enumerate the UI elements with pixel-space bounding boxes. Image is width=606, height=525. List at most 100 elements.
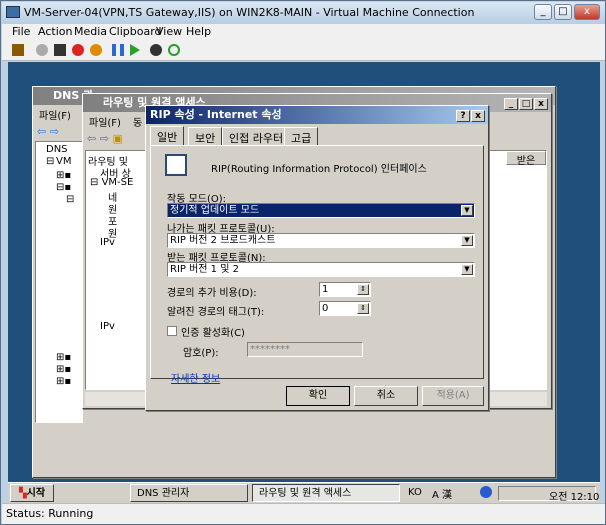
quick-launch[interactable] [60, 487, 120, 499]
tab-security[interactable]: 보안 [188, 127, 223, 145]
help-icon[interactable] [480, 486, 492, 498]
interface-header: RIP(Routing Information Protocol) 인터페이스 [211, 164, 427, 175]
dns-menu-file[interactable]: 파일(F) [39, 107, 71, 122]
rras-menu-action[interactable]: 동 [133, 114, 142, 129]
expand-icon[interactable]: ⊟ [46, 156, 54, 167]
menu-help[interactable]: Help [186, 25, 211, 38]
help-button[interactable]: ? [456, 110, 470, 122]
folder-icon: ⊟▪ [56, 182, 72, 193]
server-node[interactable]: ⊟ VM-SE [90, 177, 133, 188]
tag-value: 0 [322, 303, 329, 314]
folder-icon: ⊞▪ [56, 364, 72, 375]
tab-neighbors[interactable]: 인접 라우터 [222, 127, 291, 145]
more-info-link[interactable]: 자세한 정보 [171, 370, 220, 385]
maximize-button[interactable]: □ [554, 4, 572, 20]
chevron-down-icon[interactable]: ▼ [461, 264, 473, 275]
incoming-value: RIP 버전 1 및 2 [170, 264, 239, 275]
dialog-tabs: 일반 보안 인접 라우터 고급 [150, 126, 480, 145]
folder-icon: ⊞▪ [56, 352, 72, 363]
start-label: 시작 [26, 488, 46, 499]
windows-flag-icon: ▚ [18, 488, 27, 499]
incoming-select[interactable]: RIP 버전 1 및 2 ▼ [167, 262, 475, 277]
chevron-down-icon[interactable]: ▼ [461, 205, 473, 216]
tab-general[interactable]: 일반 [150, 126, 185, 145]
rip-properties-dialog: RIP 속성 - Internet 속성 ? x 일반 보안 인접 라우터 고급 … [145, 105, 489, 411]
rras-tree: 라우팅 및 서버 상 ⊟ VM-SE 네 원 포 원 IPv IPv [85, 150, 147, 390]
minimize-button[interactable]: _ [534, 4, 552, 20]
ipv6-node[interactable]: IPv [100, 321, 115, 332]
vm-toolbar [2, 41, 605, 61]
cost-label: 경로의 추가 비용(D): [167, 288, 257, 299]
dns-root[interactable]: DNS [46, 144, 68, 155]
menu-clipboard[interactable]: Clipboard [109, 25, 162, 38]
cancel-button[interactable]: 취소 [354, 386, 418, 406]
dns-status-area [35, 425, 553, 475]
expand-icon[interactable]: ⊟ [66, 194, 74, 205]
rras-menu-file[interactable]: 파일(F) [89, 114, 121, 129]
cost-spinner[interactable]: 1 ⇕ [319, 282, 371, 297]
ipv4-node[interactable]: IPv [100, 237, 115, 248]
vm-status-bar: Status: Running [2, 503, 605, 524]
close-button[interactable]: x [574, 4, 600, 20]
password-label: 암호(P): [183, 348, 219, 359]
save-state-icon[interactable] [90, 44, 102, 56]
outgoing-select[interactable]: RIP 버전 2 브로드캐스트 ▼ [167, 233, 475, 248]
turn-off-icon[interactable] [54, 44, 66, 56]
auth-checkbox[interactable] [167, 326, 177, 336]
resume-icon[interactable] [130, 44, 140, 56]
start-button[interactable]: ▚시작 [10, 484, 54, 502]
dns-vm-node[interactable]: VM [56, 156, 71, 167]
spin-arrows-icon[interactable]: ⇕ [357, 303, 369, 314]
start-icon[interactable] [36, 44, 48, 56]
rras-maximize-button[interactable]: □ [519, 98, 533, 110]
menu-media[interactable]: Media [74, 25, 107, 38]
shutdown-icon[interactable] [72, 44, 84, 56]
dns-nav-arrows[interactable]: ⇦ ⇨ [37, 125, 77, 139]
ime-indicator[interactable]: A 漢 [432, 486, 452, 501]
ok-button[interactable]: 확인 [286, 386, 350, 406]
menu-view[interactable]: View [156, 25, 182, 38]
vm-title-bar: VM-Server-04(VPN,TS Gateway,IIS) on WIN2… [2, 2, 605, 24]
menu-file[interactable]: File [12, 25, 30, 38]
vm-menu-bar: File Action Media Clipboard View Help [2, 24, 605, 41]
server-node-label: VM-SE [101, 177, 134, 188]
vm-title: VM-Server-04(VPN,TS Gateway,IIS) on WIN2… [24, 6, 475, 19]
taskbar-rras[interactable]: 라우팅 및 원격 액세스 [252, 484, 400, 502]
pause-icon[interactable] [112, 44, 124, 56]
vm-status-text: Status: Running [6, 507, 94, 520]
dialog-close-button[interactable]: x [471, 110, 485, 122]
folder-icon: ⊞▪ [56, 170, 72, 181]
tag-spinner[interactable]: 0 ⇕ [319, 301, 371, 316]
outgoing-value: RIP 버전 2 브로드캐스트 [170, 235, 276, 246]
cost-value: 1 [322, 284, 329, 295]
mode-value: 정기적 업데이트 모드 [170, 205, 260, 216]
vm-connection-window: VM-Server-04(VPN,TS Gateway,IIS) on WIN2… [0, 0, 606, 525]
guest-taskbar: ▚시작 DNS 관리자 라우팅 및 원격 액세스 KO A 漢 오전 12:10 [8, 482, 600, 503]
auth-label: 인증 활성화(C) [181, 328, 245, 339]
tag-label: 알려진 경로의 태그(T): [167, 307, 265, 318]
taskbar-dns[interactable]: DNS 관리자 [130, 484, 248, 502]
dns-tree: DNS VM ⊟ ⊞▪ ⊟▪ ⊟ ⊞▪ ⊞▪ ⊞▪ [35, 141, 83, 423]
menu-action[interactable]: Action [38, 25, 72, 38]
guest-desktop[interactable]: DNS 관 파일(F) ⇦ ⇨ DNS VM ⊟ ⊞▪ ⊟▪ ⊟ ⊞▪ ⊞▪ ⊞… [8, 62, 600, 503]
snapshot-icon[interactable] [150, 44, 162, 56]
revert-icon[interactable] [168, 44, 180, 56]
ctrl-alt-del-icon[interactable] [12, 44, 24, 56]
system-tray: 오전 12:10 [498, 486, 599, 503]
chevron-down-icon[interactable]: ▼ [461, 235, 473, 246]
clock[interactable]: 오전 12:10 [549, 488, 599, 503]
network-interface-icon [165, 154, 187, 176]
spin-arrows-icon[interactable]: ⇕ [357, 284, 369, 295]
vm-app-icon [6, 6, 20, 18]
apply-button[interactable]: 적용(A) [422, 386, 484, 406]
column-header[interactable]: 받은 [506, 151, 546, 167]
mode-select[interactable]: 정기적 업데이트 모드 ▼ [167, 203, 475, 218]
rras-nav-arrows[interactable]: ⇦ ⇨ ▣ [87, 132, 147, 146]
dialog-title: RIP 속성 - Internet 속성 [146, 106, 488, 124]
language-indicator[interactable]: KO [408, 487, 422, 498]
rras-close-button[interactable]: x [534, 98, 548, 110]
folder-icon: ⊞▪ [56, 376, 72, 387]
password-field[interactable]: ******** [247, 342, 363, 357]
tab-advanced[interactable]: 고급 [284, 127, 319, 145]
rras-minimize-button[interactable]: _ [504, 98, 518, 110]
